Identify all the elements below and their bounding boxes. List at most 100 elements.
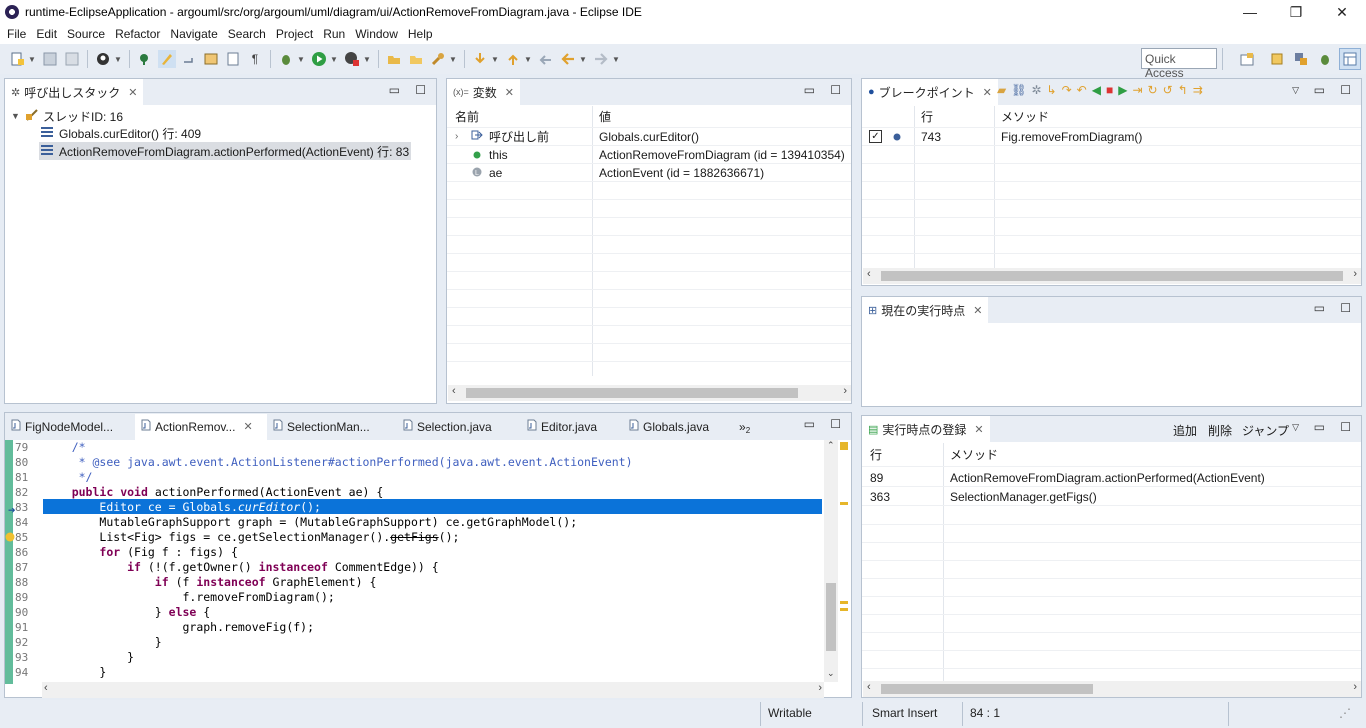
next-edit-dropdown-icon[interactable]: ▼ <box>491 55 499 64</box>
overview-ruler-marker[interactable] <box>840 442 848 450</box>
view-menu-icon[interactable]: ▽ <box>1292 85 1299 96</box>
tab-overflow[interactable]: » 2 <box>733 414 756 440</box>
table-row[interactable]: this ActionRemoveFromDiagram (id = 13941… <box>447 146 851 164</box>
step-over-icon[interactable]: ↷ <box>1062 83 1072 97</box>
editor-horizontal-scrollbar[interactable]: ‹ › <box>42 682 824 698</box>
debug-perspective-icon[interactable] <box>1316 50 1334 68</box>
run-to-line-icon[interactable]: ↺ <box>1163 83 1173 97</box>
maximize-icon[interactable]: ☐ <box>1340 420 1351 434</box>
tab-actionremove[interactable]: ActionRemov... ✕ <box>135 413 267 440</box>
more-actions-icon[interactable]: ⇉ <box>1193 83 1203 97</box>
menu-file[interactable]: File <box>2 27 31 41</box>
prev-edit-dropdown-icon[interactable]: ▼ <box>524 55 532 64</box>
column-header-line[interactable]: 行 <box>921 108 933 125</box>
tab-callstack[interactable]: ✲ 呼び出しスタック ✕ <box>5 79 144 105</box>
tab-breakpoints[interactable]: ● ブレークポイント ✕ <box>862 79 998 105</box>
link-icon[interactable]: ⛓ <box>1011 83 1026 97</box>
scroll-right-icon[interactable]: › <box>843 385 847 397</box>
java-perspective-icon[interactable] <box>1292 50 1310 68</box>
next-annotation-icon[interactable] <box>180 50 198 68</box>
overview-ruler-marker[interactable] <box>840 601 848 604</box>
column-header-name[interactable]: 名前 <box>455 108 479 125</box>
view-menu-icon[interactable]: ▽ <box>1292 422 1299 433</box>
overview-ruler-marker[interactable] <box>840 608 848 611</box>
step-return-icon[interactable]: ↶ <box>1077 83 1087 97</box>
tab-selectionmanager[interactable]: SelectionMan... <box>267 414 397 440</box>
column-header-line[interactable]: 行 <box>870 446 882 463</box>
stack-frame-item[interactable]: Globals.curEditor() 行: 409 <box>41 124 205 142</box>
vertical-scrollbar[interactable]: ⌃ ⌄ <box>824 440 838 682</box>
run-icon[interactable] <box>310 50 328 68</box>
tab-globals[interactable]: Globals.java <box>623 414 733 440</box>
open-type-icon[interactable] <box>385 50 403 68</box>
tab-current-point[interactable]: ⊞ 現在の実行時点 ✕ <box>862 297 989 323</box>
search-dropdown-icon[interactable]: ▼ <box>449 55 457 64</box>
menu-navigate[interactable]: Navigate <box>165 27 222 41</box>
block-icon[interactable] <box>224 50 242 68</box>
profile-icon[interactable] <box>94 50 112 68</box>
close-icon[interactable]: ✕ <box>128 86 137 99</box>
save-all-icon[interactable] <box>63 50 81 68</box>
menu-run[interactable]: Run <box>318 27 350 41</box>
jump-button[interactable]: ジャンプ <box>1242 422 1289 439</box>
skip-breakpoints-icon[interactable] <box>136 50 154 68</box>
tab-editor[interactable]: Editor.java <box>521 414 623 440</box>
close-icon[interactable]: ✕ <box>243 420 252 433</box>
maximize-icon[interactable]: ☐ <box>1340 301 1351 315</box>
folder-icon[interactable]: ▰ <box>997 83 1006 97</box>
new-dropdown-icon[interactable]: ▼ <box>28 55 36 64</box>
quick-access-input[interactable]: Quick Access <box>1141 48 1217 80</box>
scroll-left-icon[interactable]: ‹ <box>452 385 456 397</box>
menu-search[interactable]: Search <box>223 27 271 41</box>
search-icon[interactable] <box>429 50 447 68</box>
scroll-right-icon[interactable]: › <box>818 682 822 694</box>
pilcrow-icon[interactable]: ¶ <box>246 50 264 68</box>
use-step-filters-icon[interactable]: ↻ <box>1148 83 1158 97</box>
resource-perspective-icon[interactable] <box>1268 50 1286 68</box>
scrollbar-thumb[interactable] <box>466 388 798 398</box>
resume-icon[interactable]: ▶ <box>1118 83 1127 97</box>
profile-dropdown-icon[interactable]: ▼ <box>114 55 122 64</box>
next-edit-icon[interactable] <box>471 50 489 68</box>
last-edit-icon[interactable] <box>537 50 555 68</box>
prev-edit-icon[interactable] <box>504 50 522 68</box>
minimize-button[interactable]: — <box>1227 0 1273 24</box>
debug-dropdown-icon[interactable]: ▼ <box>297 55 305 64</box>
forward-icon[interactable] <box>592 50 610 68</box>
gear-icon[interactable]: ✲ <box>1031 83 1041 97</box>
horizontal-scrollbar[interactable]: ‹ › <box>863 681 1361 697</box>
close-icon[interactable]: ✕ <box>983 86 992 99</box>
maximize-icon[interactable]: ☐ <box>415 83 426 97</box>
close-icon[interactable]: ✕ <box>973 304 982 317</box>
scroll-up-icon[interactable]: ⌃ <box>827 440 835 451</box>
table-row[interactable]: 363 SelectionManager.getFigs() <box>862 488 1361 506</box>
scroll-left-icon[interactable]: ‹ <box>867 268 871 280</box>
menu-help[interactable]: Help <box>403 27 438 41</box>
tab-variables[interactable]: (x)= 変数 ✕ <box>447 79 520 105</box>
scroll-left-icon[interactable]: ‹ <box>44 682 48 694</box>
new-icon[interactable] <box>8 50 26 68</box>
scrollbar-thumb[interactable] <box>881 684 1093 694</box>
column-header-method[interactable]: メソッド <box>1001 108 1049 125</box>
step-back-icon[interactable]: ◀ <box>1092 83 1101 97</box>
open-task-icon[interactable] <box>407 50 425 68</box>
scrollbar-thumb[interactable] <box>881 271 1343 281</box>
horizontal-scrollbar[interactable]: ‹ › <box>863 268 1361 284</box>
run-dropdown-icon[interactable]: ▼ <box>330 55 338 64</box>
minimize-icon[interactable]: ▭ <box>389 83 400 97</box>
delete-button[interactable]: 削除 <box>1208 422 1232 439</box>
table-row[interactable]: L ae ActionEvent (id = 1882636671) <box>447 164 851 182</box>
scroll-left-icon[interactable]: ‹ <box>867 681 871 693</box>
stop-icon[interactable]: ■ <box>1106 83 1113 97</box>
scrollbar-thumb[interactable] <box>826 583 836 651</box>
chevron-down-icon[interactable]: ▼ <box>11 111 25 121</box>
maximize-icon[interactable]: ☐ <box>1340 83 1351 97</box>
close-button[interactable]: ✕ <box>1319 0 1365 24</box>
column-header-value[interactable]: 値 <box>599 108 611 125</box>
menu-project[interactable]: Project <box>271 27 318 41</box>
scroll-down-icon[interactable]: ⌄ <box>827 668 835 679</box>
tab-fignodemodel[interactable]: FigNodeModel... <box>5 414 135 440</box>
menu-source[interactable]: Source <box>62 27 110 41</box>
thread-node[interactable]: ▼ スレッドID: 16 <box>11 107 431 125</box>
reverse-step-icon[interactable]: ↰ <box>1178 83 1188 97</box>
